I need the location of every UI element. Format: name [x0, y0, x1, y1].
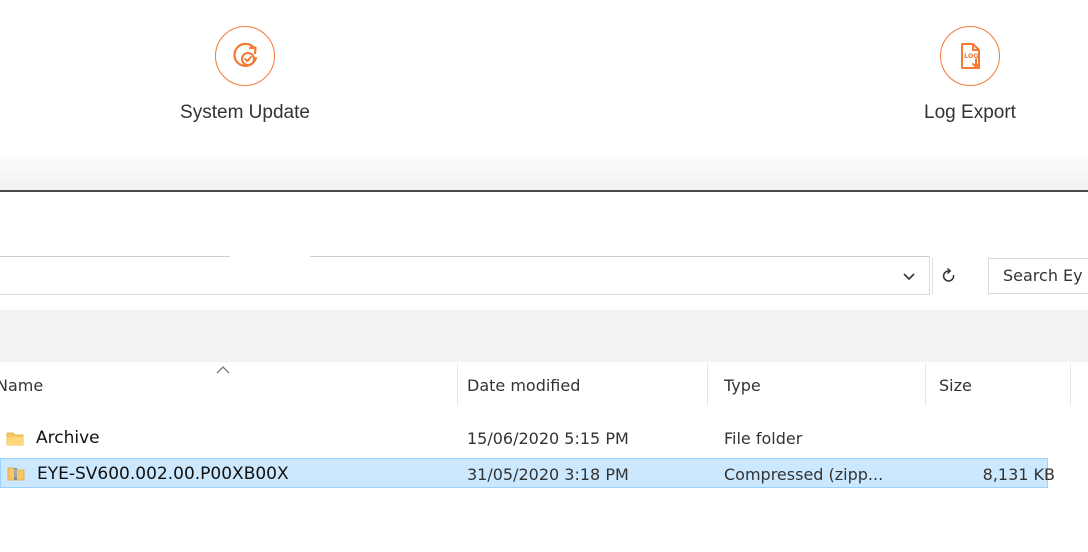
system-update-label[interactable]: System Update: [145, 102, 345, 124]
system-update-icon[interactable]: [215, 26, 275, 86]
log-export-label[interactable]: Log Export: [870, 102, 1070, 124]
zip-folder-icon: [7, 467, 25, 481]
file-date-modified: 31/05/2020 3:18 PM: [467, 464, 629, 484]
app-toolbar: System Update LOG Log Export: [0, 0, 1088, 192]
command-bar: [0, 310, 1088, 362]
file-name[interactable]: EYE-SV600.002.00.P00XB00X: [37, 459, 289, 489]
log-export-tile[interactable]: LOG Log Export: [870, 26, 1070, 124]
column-separator[interactable]: [925, 364, 926, 406]
file-date-modified: 15/06/2020 5:15 PM: [467, 428, 629, 448]
column-header-type[interactable]: Type: [724, 364, 761, 406]
folder-icon: [6, 432, 24, 446]
log-export-icon[interactable]: LOG: [940, 26, 1000, 86]
column-header-row: Name Date modified Type Size: [0, 364, 1088, 406]
file-size: 8,131 KB: [982, 464, 1055, 484]
address-bar[interactable]: [0, 257, 930, 295]
chevron-down-icon[interactable]: [896, 267, 922, 287]
system-update-tile[interactable]: System Update: [145, 26, 345, 124]
search-input[interactable]: Search Ey: [988, 258, 1088, 294]
column-header-size[interactable]: Size: [939, 364, 972, 406]
file-row-eye-sv600-zip[interactable]: EYE-SV600.002.00.P00XB00X 31/05/2020 3:1…: [0, 458, 1055, 489]
toolbar-shadow: [0, 150, 1088, 190]
column-separator[interactable]: [707, 364, 708, 406]
column-header-name[interactable]: Name: [0, 364, 43, 406]
file-type: File folder: [724, 428, 803, 448]
column-separator[interactable]: [1070, 364, 1071, 406]
column-header-date-modified[interactable]: Date modified: [467, 364, 580, 406]
file-type: Compressed (zipp...: [724, 464, 884, 484]
file-row-archive[interactable]: Archive 15/06/2020 5:15 PM File folder: [0, 423, 1048, 453]
file-name[interactable]: Archive: [36, 423, 100, 453]
refresh-icon[interactable]: [932, 258, 965, 294]
column-separator[interactable]: [457, 364, 458, 406]
file-explorer: Search Ey Name Date modified Type Size A…: [0, 192, 1088, 552]
